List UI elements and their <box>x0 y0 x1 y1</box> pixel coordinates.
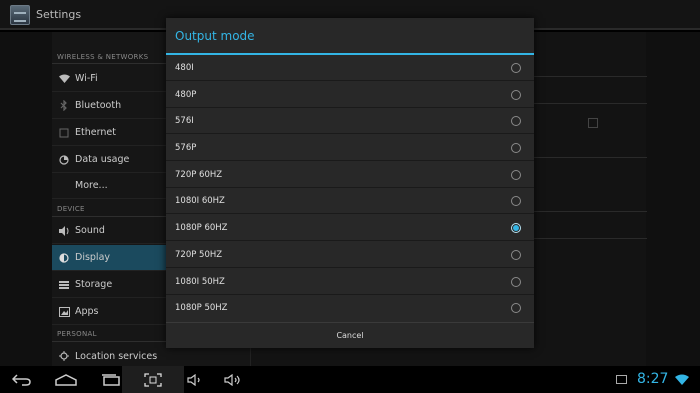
sidebar-item-apps[interactable]: Apps <box>52 299 166 325</box>
app-title: Settings <box>36 8 82 21</box>
radio-button[interactable] <box>511 63 521 73</box>
radio-button[interactable] <box>511 250 521 260</box>
section-header-personal: PERSONAL <box>57 330 97 338</box>
sidebar-item-sound[interactable]: Sound <box>52 218 166 244</box>
bluetooth-icon <box>58 100 70 112</box>
option-label: 1080I 60HZ <box>175 195 225 206</box>
sidebar-item-label: Location services <box>75 350 158 362</box>
gallery-notification-icon[interactable] <box>616 375 627 384</box>
sidebar-item-storage[interactable]: Storage <box>52 272 166 298</box>
sound-icon <box>58 225 70 237</box>
settings-icon[interactable] <box>10 5 30 25</box>
radio-button[interactable] <box>511 303 521 313</box>
section-header-wireless: WIRELESS & NETWORKS <box>57 53 149 61</box>
option-1080i-50hz[interactable]: 1080I 50HZ <box>166 269 534 295</box>
option-label: 720P 60HZ <box>175 169 223 180</box>
wifi-signal-icon <box>672 366 692 393</box>
sidebar-item-label: More... <box>75 180 108 191</box>
sidebar-item-bluetooth[interactable]: Bluetooth <box>52 93 166 119</box>
apps-icon <box>58 306 70 318</box>
option-label: 1080P 60HZ <box>175 222 228 233</box>
radio-button[interactable] <box>511 90 521 100</box>
option-label: 1080P 50HZ <box>175 303 228 313</box>
sidebar-item-label: Data usage <box>75 154 130 165</box>
option-label: 720P 50HZ <box>175 249 223 260</box>
radio-button-checked[interactable] <box>511 223 521 233</box>
back-icon[interactable] <box>8 366 36 393</box>
storage-icon <box>58 279 70 291</box>
sidebar-item-label: Bluetooth <box>75 100 122 111</box>
section-header-device: DEVICE <box>57 205 85 213</box>
output-mode-dialog: Output mode 480I 480P 576I 576P 720P 60H… <box>166 18 534 348</box>
dialog-title: Output mode <box>175 29 255 43</box>
option-720p-50hz[interactable]: 720P 50HZ <box>166 242 534 268</box>
sidebar-item-ethernet[interactable]: Ethernet <box>52 120 166 146</box>
option-480p[interactable]: 480P <box>166 82 534 108</box>
sidebar-item-data-usage[interactable]: Data usage <box>52 147 166 173</box>
option-label: 1080I 50HZ <box>175 276 225 287</box>
radio-button[interactable] <box>511 196 521 206</box>
data-usage-icon <box>58 154 70 166</box>
sidebar-item-more[interactable]: More... <box>52 173 166 199</box>
option-1080p-50hz[interactable]: 1080P 50HZ <box>166 295 534 321</box>
option-480i[interactable]: 480I <box>166 55 534 81</box>
option-720p-60hz[interactable]: 720P 60HZ <box>166 162 534 188</box>
sidebar-item-label: Display <box>75 252 111 263</box>
ethernet-icon <box>58 127 70 139</box>
display-icon <box>58 252 70 264</box>
settings-checkbox[interactable] <box>588 118 598 128</box>
status-clock: 8:27 <box>637 371 669 387</box>
wifi-icon <box>58 73 70 85</box>
sidebar-item-label: Sound <box>75 225 105 236</box>
radio-button[interactable] <box>511 143 521 153</box>
sidebar-item-label: Storage <box>75 279 113 290</box>
option-label: 576P <box>175 142 197 153</box>
option-1080i-60hz[interactable]: 1080I 60HZ <box>166 188 534 214</box>
option-1080p-60hz[interactable]: 1080P 60HZ <box>166 215 534 241</box>
option-label: 480I <box>175 62 194 73</box>
cancel-button[interactable]: Cancel <box>166 322 534 348</box>
home-icon[interactable] <box>52 366 80 393</box>
volume-down-icon[interactable] <box>184 366 206 393</box>
sidebar-item-label: Ethernet <box>75 127 116 138</box>
radio-button[interactable] <box>511 277 521 287</box>
recent-apps-icon[interactable] <box>97 366 125 393</box>
location-icon <box>58 350 70 362</box>
navigation-bar: 8:27 <box>0 366 700 393</box>
option-label: 480P <box>175 89 197 100</box>
sidebar-item-display[interactable]: Display <box>52 245 166 271</box>
volume-up-icon[interactable] <box>222 366 244 393</box>
option-576p[interactable]: 576P <box>166 135 534 161</box>
screenshot-icon[interactable] <box>122 366 184 393</box>
radio-button[interactable] <box>511 170 521 180</box>
sidebar-item-label: Apps <box>75 306 99 317</box>
option-576i[interactable]: 576I <box>166 108 534 134</box>
option-label: 576I <box>175 115 194 126</box>
sidebar-item-label: Wi-Fi <box>75 73 98 84</box>
radio-button[interactable] <box>511 116 521 126</box>
sidebar-item-wifi[interactable]: Wi-Fi <box>52 66 166 92</box>
